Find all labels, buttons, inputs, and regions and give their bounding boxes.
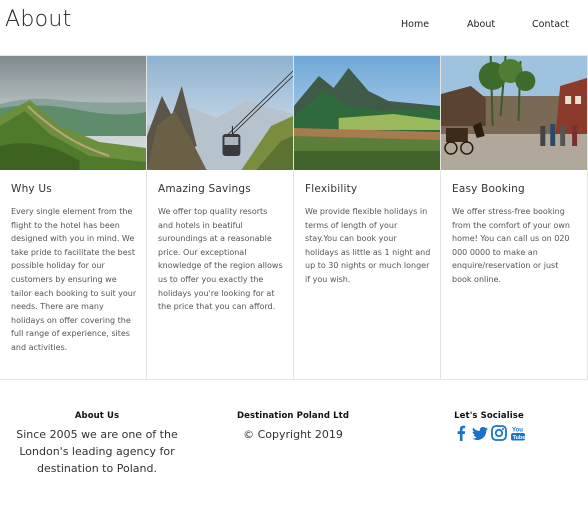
feature-cards: Why Us Every single element from the fli… <box>0 55 588 380</box>
nav-contact-link[interactable]: Contact <box>532 19 569 30</box>
card-title: Amazing Savings <box>158 183 251 195</box>
card-amazing-savings: Amazing Savings We offer top quality res… <box>147 56 294 379</box>
footer-social: Let's Socialise You Tube <box>399 411 579 441</box>
footer-company-heading: Destination Poland Ltd <box>236 411 350 421</box>
footer-company: Destination Poland Ltd © Copyright 2019 <box>203 411 383 443</box>
footer-about-heading: About Us <box>74 411 120 421</box>
town-street-photo <box>441 56 587 170</box>
card-text: We provide flexible holidays in terms of… <box>305 207 431 284</box>
svg-text:Tube: Tube <box>512 435 525 441</box>
card-title: Easy Booking <box>452 183 525 195</box>
card-title: Flexibility <box>305 183 358 195</box>
landscape-hills-photo <box>0 56 146 170</box>
card-why-us: Why Us Every single element from the fli… <box>0 56 147 379</box>
page-title: About <box>5 7 72 32</box>
social-icons: You Tube <box>399 425 579 441</box>
card-text: We offer top quality resorts and hotels … <box>158 207 283 312</box>
mountain-forest-photo <box>294 56 440 170</box>
facebook-icon[interactable] <box>453 425 469 441</box>
copyright-text: © Copyright 2019 <box>243 428 343 441</box>
card-text: Every single element from the flight to … <box>11 207 137 352</box>
card-flexibility: Flexibility We provide flexible holidays… <box>294 56 441 379</box>
nav-home-link[interactable]: Home <box>401 19 429 30</box>
card-title: Why Us <box>11 183 52 195</box>
card-text: We offer stress-free booking from the co… <box>452 207 570 284</box>
footer-about-text: Since 2005 we are one of the London's le… <box>16 428 178 475</box>
cable-car-photo <box>147 56 293 170</box>
instagram-icon[interactable] <box>490 425 507 441</box>
site-footer: About Us Since 2005 we are one of the Lo… <box>0 380 588 507</box>
twitter-icon[interactable] <box>471 425 488 441</box>
site-header: About Home About Contact <box>0 0 588 55</box>
footer-about: About Us Since 2005 we are one of the Lo… <box>7 411 187 477</box>
nav-about-link[interactable]: About <box>467 19 495 30</box>
youtube-icon[interactable]: You Tube <box>510 425 526 441</box>
footer-social-heading: Let's Socialise <box>454 411 524 421</box>
card-easy-booking: Easy Booking We offer stress-free bookin… <box>441 56 588 379</box>
svg-text:You: You <box>512 428 523 434</box>
